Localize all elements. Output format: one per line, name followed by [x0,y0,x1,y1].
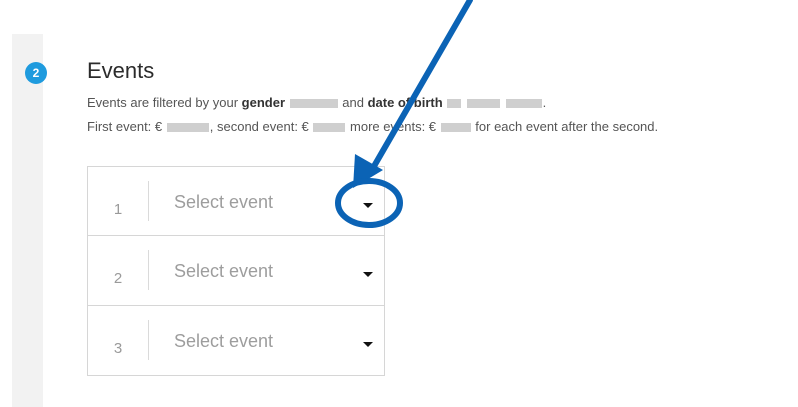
more-events-price-label: more events: € [350,119,437,134]
divider [148,320,149,360]
caret-down-icon[interactable] [363,203,373,208]
event-number: 2 [113,270,123,287]
filter-info-suffix: . [542,95,547,110]
filter-info-line: Events are filtered by your gender and d… [87,95,546,110]
event-select-list: 1 Select event 2 Select event 3 Select e… [87,166,385,376]
second-event-price-label: , second event: € [209,119,309,134]
dob-label: date of birth [367,95,443,110]
pricing-info-line: First event: € , second event: € more ev… [87,119,658,134]
event-number: 1 [113,201,123,218]
redacted-gender-value [289,99,338,109]
event-number: 3 [113,340,123,357]
gender-label: gender [241,95,285,110]
redacted-more-events-price [440,123,471,133]
divider [148,250,149,290]
section-title: Events [87,58,155,83]
page: 2 Events Events are filtered by your gen… [0,0,798,407]
filter-info-prefix: Events are filtered by your [87,95,239,110]
caret-down-icon[interactable] [363,272,373,277]
annotation-arrow-shaft [370,0,473,171]
redacted-first-event-price [166,123,209,133]
event-select-placeholder: Select event [174,331,274,351]
event-select-placeholder: Select event [174,192,274,212]
caret-down-icon[interactable] [363,342,373,347]
redacted-dob-year [505,99,542,109]
filter-info-mid: and [342,95,364,110]
step-number-badge: 2 [25,62,47,84]
divider [148,181,149,221]
event-select-2[interactable]: 2 Select event [87,236,385,306]
event-select-1[interactable]: 1 Select event [87,166,385,236]
redacted-second-event-price [313,123,346,133]
event-select-3[interactable]: 3 Select event [87,306,385,376]
redacted-dob-day [447,99,462,109]
event-select-placeholder: Select event [174,261,274,281]
pricing-info-suffix: for each event after the second. [475,119,659,134]
first-event-price-label: First event: € [87,119,163,134]
step-rail [12,34,43,407]
redacted-dob-month [466,99,500,109]
